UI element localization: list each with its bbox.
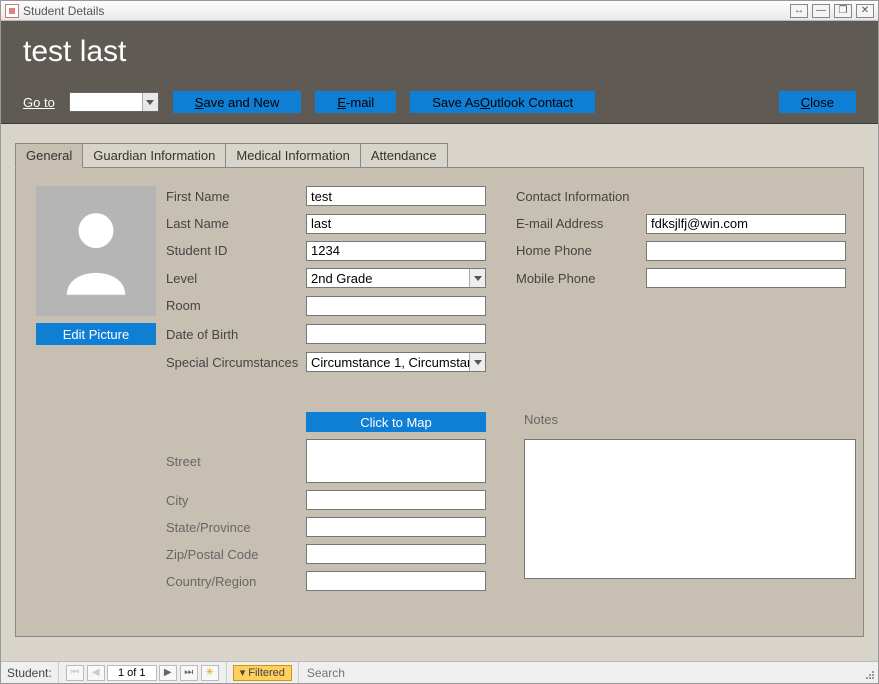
country-field[interactable] [306, 571, 486, 591]
label-level: Level [166, 271, 306, 286]
status-bar: Student: ⏮ ◀ ▶ ⏭ ✳ ▾ Filtered [1, 661, 878, 683]
new-record-button[interactable]: ✳ [201, 665, 219, 681]
tab-attendance[interactable]: Attendance [361, 143, 448, 168]
chevron-down-icon [142, 93, 158, 111]
form-icon [5, 4, 19, 18]
person-icon [61, 206, 131, 296]
tab-guardian[interactable]: Guardian Information [83, 143, 226, 168]
label-first-name: First Name [166, 189, 306, 204]
room-field[interactable] [306, 296, 486, 316]
filtered-label: Filtered [248, 667, 285, 679]
tab-panel-general: First Name Contact Information Last Name… [15, 167, 864, 637]
label-contact-info: Contact Information [516, 189, 646, 204]
last-record-button[interactable]: ⏭ [180, 665, 198, 681]
city-field[interactable] [306, 490, 486, 510]
first-record-button[interactable]: ⏮ [66, 665, 84, 681]
label-last-name: Last Name [166, 216, 306, 231]
label-mobile-phone: Mobile Phone [516, 271, 646, 286]
special-value: Circumstance 1, Circumstan [307, 355, 469, 370]
funnel-icon: ▾ [240, 666, 246, 679]
label-home-phone: Home Phone [516, 243, 646, 258]
restore-button[interactable]: ❐ [834, 4, 852, 18]
label-notes: Notes [516, 412, 856, 427]
first-name-field[interactable] [306, 186, 486, 206]
student-photo-placeholder [36, 186, 156, 316]
special-select[interactable]: Circumstance 1, Circumstan [306, 352, 486, 372]
save-as-outlook-button[interactable]: Save As Outlook Contact [410, 91, 595, 113]
close-window-button[interactable]: ✕ [856, 4, 874, 18]
label-zip: Zip/Postal Code [166, 547, 306, 562]
search-input[interactable] [305, 665, 464, 681]
label-student-id: Student ID [166, 243, 306, 258]
filtered-toggle[interactable]: ▾ Filtered [233, 665, 292, 681]
label-email: E-mail Address [516, 216, 646, 231]
resize-grip-icon [860, 662, 878, 683]
close-button[interactable]: Close [779, 91, 856, 113]
label-special: Special Circumstances [166, 355, 306, 370]
student-id-field[interactable] [306, 241, 486, 261]
page-title: test last [1, 21, 878, 83]
tab-medical[interactable]: Medical Information [226, 143, 360, 168]
prev-record-button[interactable]: ◀ [87, 665, 105, 681]
edit-picture-button[interactable]: Edit Picture [36, 323, 156, 345]
workspace: General Guardian Information Medical Inf… [1, 124, 878, 661]
tabstrip: General Guardian Information Medical Inf… [15, 142, 864, 167]
level-select[interactable]: 2nd Grade [306, 268, 486, 288]
chevron-down-icon [469, 353, 485, 371]
goto-label: Go to [23, 95, 55, 110]
notes-field[interactable] [524, 439, 856, 579]
click-to-map-button[interactable]: Click to Map [306, 412, 486, 432]
goto-select[interactable] [69, 92, 159, 112]
label-street: Street [166, 454, 306, 469]
next-record-button[interactable]: ▶ [159, 665, 177, 681]
street-field[interactable] [306, 439, 486, 483]
save-and-new-button[interactable]: Save and New [173, 91, 302, 113]
dob-field[interactable] [306, 324, 486, 344]
tab-general[interactable]: General [15, 143, 83, 168]
label-dob: Date of Birth [166, 327, 306, 342]
last-name-field[interactable] [306, 214, 486, 234]
label-city: City [166, 493, 306, 508]
chevron-down-icon [469, 269, 485, 287]
label-country: Country/Region [166, 574, 306, 589]
mobile-phone-field[interactable] [646, 268, 846, 288]
email-button[interactable]: E-mail [315, 91, 396, 113]
window-title: Student Details [23, 4, 104, 18]
level-value: 2nd Grade [307, 271, 469, 286]
title-bar: Student Details ↔ — ❐ ✕ [1, 1, 878, 21]
record-label: Student: [1, 662, 59, 683]
toolbar: Go to Save and New E-mail Save As Outloo… [1, 83, 878, 124]
label-state: State/Province [166, 520, 306, 535]
state-field[interactable] [306, 517, 486, 537]
arrows-icon[interactable]: ↔ [790, 4, 808, 18]
record-position[interactable] [107, 665, 157, 681]
home-phone-field[interactable] [646, 241, 846, 261]
zip-field[interactable] [306, 544, 486, 564]
label-room: Room [166, 298, 306, 313]
email-field[interactable] [646, 214, 846, 234]
minimize-button[interactable]: — [812, 4, 830, 18]
